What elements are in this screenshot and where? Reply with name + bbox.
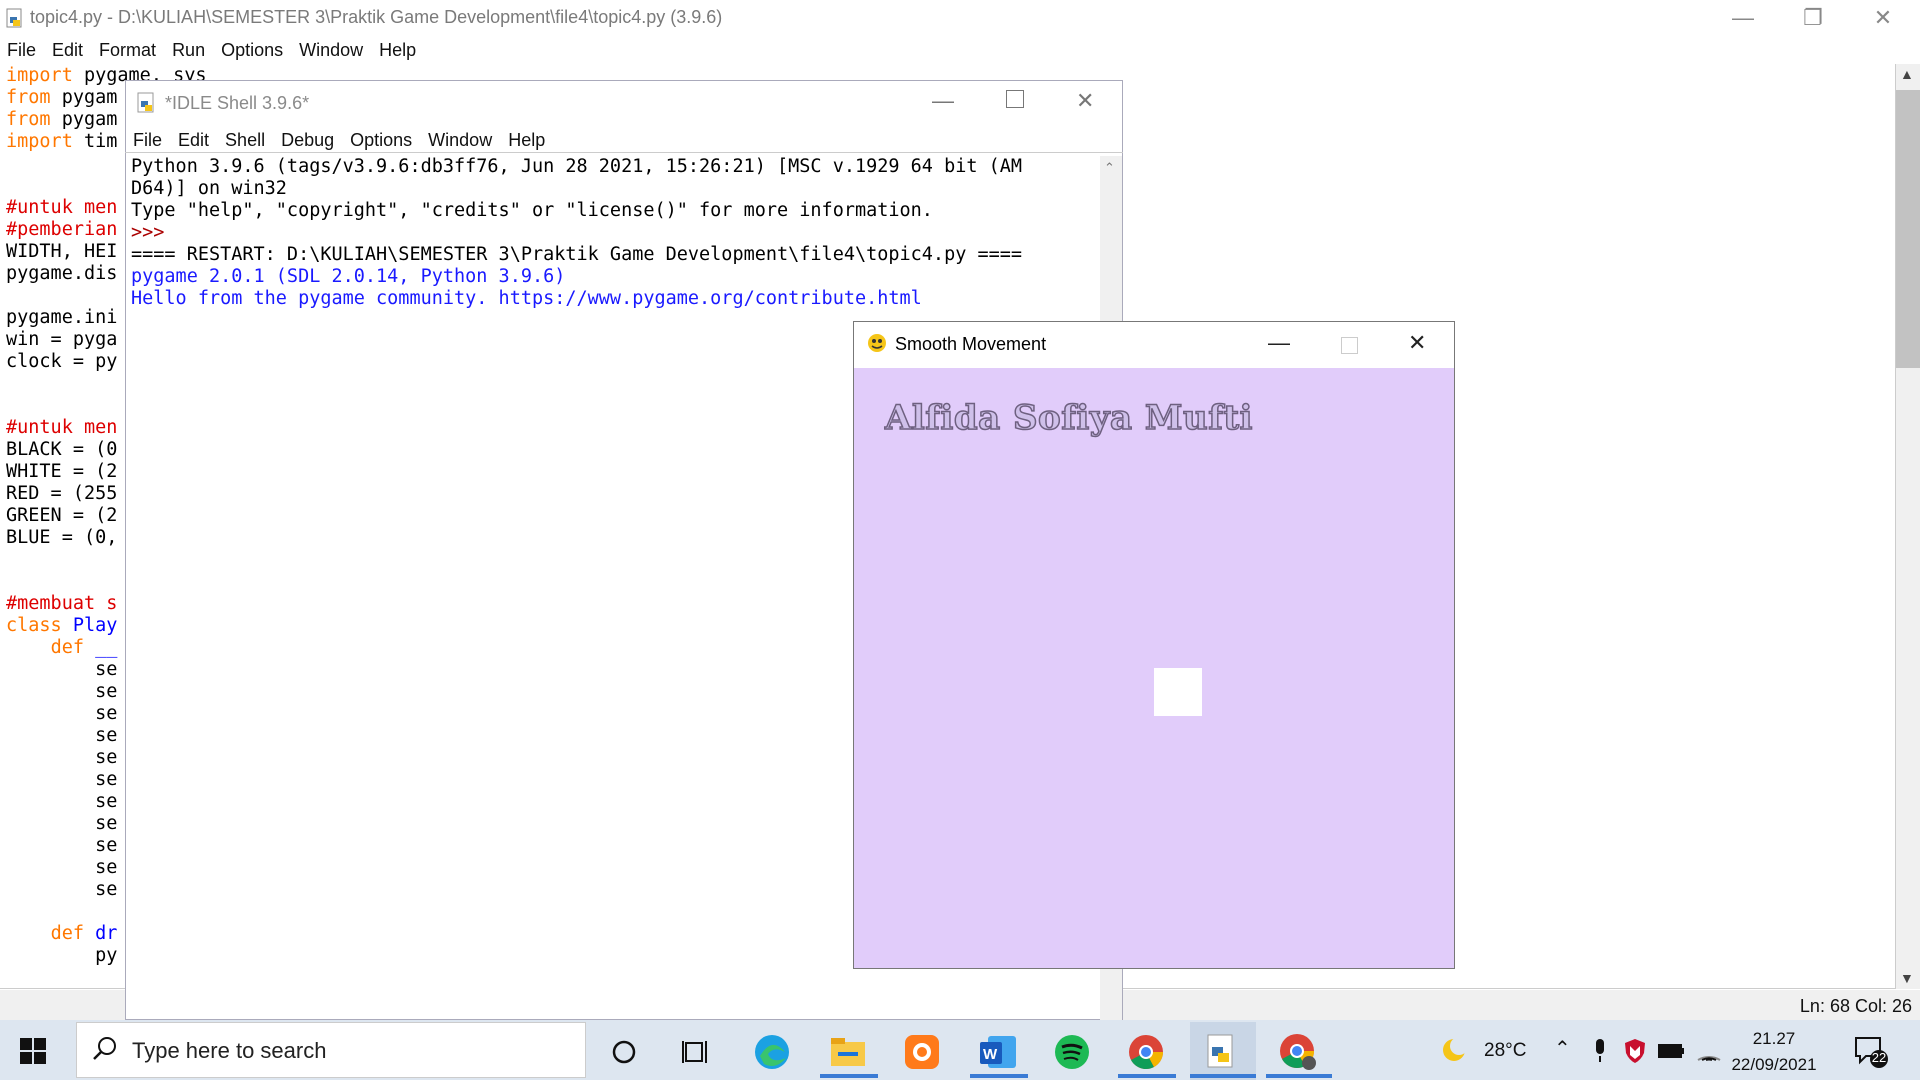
svg-text:W: W xyxy=(983,1046,998,1063)
menu-edit[interactable]: Edit xyxy=(45,36,92,64)
shell-menu-options[interactable]: Options xyxy=(343,126,421,154)
weather-temperature[interactable]: 28°C xyxy=(1484,1040,1526,1062)
file-explorer-active-indicator xyxy=(820,1074,878,1078)
scroll-up-icon[interactable]: ▲ xyxy=(1900,66,1914,82)
idle-active-indicator xyxy=(1190,1074,1256,1078)
minimize-icon[interactable]: — xyxy=(1708,0,1778,36)
pygame-minimize-icon[interactable]: — xyxy=(1268,330,1290,356)
close-icon[interactable]: ✕ xyxy=(1848,0,1918,36)
menu-options[interactable]: Options xyxy=(214,36,292,64)
shell-menu-edit[interactable]: Edit xyxy=(171,126,218,154)
spotify-icon[interactable] xyxy=(1050,1030,1094,1074)
taskbar-clock[interactable]: 21.27 22/09/2021 xyxy=(1724,1026,1824,1078)
shell-banner-line: D64)] on win32 xyxy=(131,178,287,199)
wifi-icon[interactable] xyxy=(1696,1038,1722,1062)
shell-close-icon[interactable]: ✕ xyxy=(1076,88,1094,114)
editor-scrollbar-thumb[interactable] xyxy=(1896,90,1920,368)
shell-banner-line: Python 3.9.6 (tags/v3.9.6:db3ff76, Jun 2… xyxy=(131,156,1023,177)
microphone-icon[interactable] xyxy=(1592,1038,1608,1064)
file-explorer-icon[interactable] xyxy=(826,1030,870,1074)
word-icon[interactable]: W xyxy=(976,1030,1020,1074)
clock-time: 21.27 xyxy=(1752,1029,1796,1048)
search-placeholder: Type here to search xyxy=(132,1038,327,1063)
chrome-icon[interactable] xyxy=(1124,1030,1168,1074)
shell-output[interactable]: Python 3.9.6 (tags/v3.9.6:db3ff76, Jun 2… xyxy=(131,156,1022,310)
chrome-profile-active-indicator xyxy=(1266,1074,1332,1078)
chrome-profile-icon[interactable] xyxy=(1276,1030,1320,1074)
clock-date: 22/09/2021 xyxy=(1731,1055,1817,1074)
battery-icon[interactable] xyxy=(1658,1042,1686,1060)
notification-count: 22 xyxy=(1871,1050,1887,1065)
shell-prompt: >>> xyxy=(131,222,176,243)
shell-scroll-up-icon[interactable]: ⌃ xyxy=(1104,160,1115,176)
word-active-indicator xyxy=(970,1074,1028,1078)
shell-maximize-icon[interactable] xyxy=(1006,90,1024,108)
menu-run[interactable]: Run xyxy=(165,36,214,64)
cortana-icon[interactable] xyxy=(602,1030,646,1074)
shell-menu-debug[interactable]: Debug xyxy=(274,126,343,154)
player-name-text: Alfida Sofiya Mufti xyxy=(884,397,1253,439)
shell-menu-shell[interactable]: Shell xyxy=(218,126,274,154)
shell-minimize-icon[interactable]: — xyxy=(932,88,954,114)
uc-browser-icon[interactable] xyxy=(900,1030,944,1074)
editor-window-title: topic4.py - D:\KULIAH\SEMESTER 3\Praktik… xyxy=(30,7,723,27)
shell-menu-help[interactable]: Help xyxy=(501,126,554,154)
menu-window[interactable]: Window xyxy=(292,36,372,64)
idle-icon xyxy=(137,92,157,114)
pygame-icon xyxy=(866,332,888,354)
task-view-icon[interactable] xyxy=(674,1030,718,1074)
shell-restart-line: ==== RESTART: D:\KULIAH\SEMESTER 3\Prakt… xyxy=(131,244,1023,265)
pygame-close-icon[interactable]: ✕ xyxy=(1408,330,1426,356)
chevron-up-icon[interactable]: ⌃ xyxy=(1554,1036,1571,1061)
weather-moon-icon[interactable] xyxy=(1440,1036,1468,1064)
chrome-active-indicator xyxy=(1118,1074,1176,1078)
menu-help[interactable]: Help xyxy=(372,36,425,64)
shell-menu-window[interactable]: Window xyxy=(421,126,501,154)
scroll-down-icon[interactable]: ▼ xyxy=(1900,970,1914,986)
pygame-maximize-icon xyxy=(1341,337,1358,354)
shell-banner-line: Type "help", "copyright", "credits" or "… xyxy=(131,200,933,221)
cursor-position: Ln: 68 Col: 26 xyxy=(1799,996,1912,1016)
shell-divider xyxy=(125,152,1123,153)
python-idle-icon[interactable] xyxy=(1200,1030,1244,1074)
menu-format[interactable]: Format xyxy=(92,36,165,64)
edge-icon[interactable] xyxy=(750,1030,794,1074)
mcafee-shield-icon[interactable] xyxy=(1624,1038,1646,1064)
shell-menubar: File Edit Shell Debug Options Window Hel… xyxy=(126,126,554,154)
editor-menubar: File Edit Format Run Options Window Help xyxy=(0,36,1920,64)
python-file-icon xyxy=(6,8,24,28)
shell-window-title: *IDLE Shell 3.9.6* xyxy=(165,93,310,113)
search-icon xyxy=(92,1036,118,1062)
player-square xyxy=(1154,668,1202,716)
pygame-window-title: Smooth Movement xyxy=(895,334,1047,354)
restore-icon[interactable]: ❐ xyxy=(1778,0,1848,36)
shell-output-line: Hello from the pygame community. https:/… xyxy=(131,288,922,309)
shell-output-line: pygame 2.0.1 (SDL 2.0.14, Python 3.9.6) xyxy=(131,266,566,287)
shell-menu-file[interactable]: File xyxy=(126,126,171,154)
menu-file[interactable]: File xyxy=(0,36,45,64)
windows-start-icon[interactable] xyxy=(20,1038,46,1064)
